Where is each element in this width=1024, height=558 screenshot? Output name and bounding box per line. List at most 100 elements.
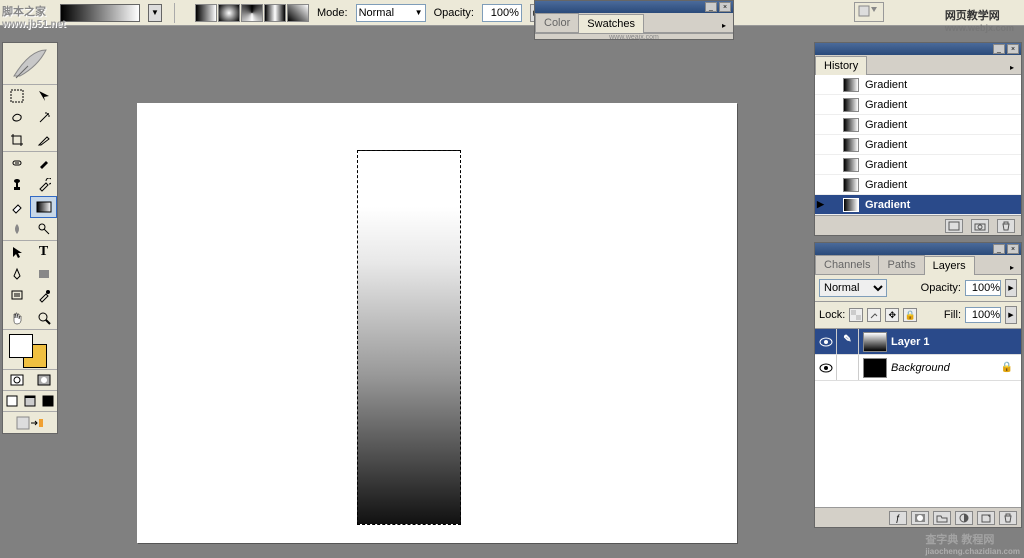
layer-name[interactable]: Background [891, 362, 1001, 374]
panel-minimize-button[interactable]: _ [993, 44, 1005, 54]
lock-transparency-button[interactable] [849, 308, 863, 322]
gradient-preset-dropdown[interactable]: ▼ [148, 4, 162, 22]
lock-label: Lock: [819, 309, 845, 321]
layer-mask-button[interactable] [911, 511, 929, 525]
lock-position-button[interactable]: ✥ [885, 308, 899, 322]
blend-mode-select[interactable]: Normal▼ [356, 4, 426, 22]
layer-thumbnail[interactable] [863, 332, 887, 352]
screen-full-menubar-button[interactable] [21, 391, 39, 411]
color-swatches [3, 329, 57, 369]
panel-menu-icon[interactable]: ▸ [1005, 60, 1019, 74]
watermark-top-right: 网页教学网 www.webjx.com [945, 6, 1014, 33]
layer-blend-mode-select[interactable]: Normal [819, 279, 887, 297]
type-tool[interactable]: T [30, 241, 57, 263]
layer-link-cell[interactable] [837, 355, 859, 380]
stamp-tool[interactable] [3, 174, 30, 196]
dodge-tool[interactable] [30, 218, 57, 240]
history-item-active[interactable]: ▶ Gradient [815, 195, 1021, 215]
brush-tool[interactable] [30, 152, 57, 174]
visibility-toggle[interactable] [815, 355, 837, 380]
new-document-from-state-button[interactable] [945, 219, 963, 233]
new-set-button[interactable] [933, 511, 951, 525]
lock-all-button[interactable]: 🔒 [903, 308, 917, 322]
panel-close-button[interactable]: × [1007, 44, 1019, 54]
pen-tool[interactable] [3, 263, 30, 285]
eyedropper-tool[interactable] [30, 285, 57, 307]
history-tab[interactable]: History [815, 56, 867, 75]
channels-tab[interactable]: Channels [815, 255, 879, 274]
notes-tool[interactable] [3, 285, 30, 307]
adjustment-layer-button[interactable] [955, 511, 973, 525]
history-item[interactable]: Gradient [815, 155, 1021, 175]
radial-gradient-button[interactable] [218, 4, 240, 22]
shape-tool[interactable] [30, 263, 57, 285]
palette-well-button[interactable] [854, 2, 884, 22]
fill-flyout[interactable]: ▶ [1005, 306, 1017, 324]
zoom-tool[interactable] [30, 307, 57, 329]
new-snapshot-button[interactable] [971, 219, 989, 233]
hand-tool[interactable] [3, 307, 30, 329]
lock-pixels-button[interactable] [867, 308, 881, 322]
marquee-tool[interactable] [3, 85, 30, 107]
panel-close-button[interactable]: × [719, 2, 731, 12]
delete-layer-button[interactable] [999, 511, 1017, 525]
diamond-gradient-button[interactable] [287, 4, 309, 22]
slice-tool[interactable] [30, 129, 57, 151]
layer-fill-input[interactable] [965, 307, 1001, 323]
move-tool[interactable] [30, 85, 57, 107]
foreground-color[interactable] [9, 334, 33, 358]
standard-mode-button[interactable] [3, 370, 30, 390]
layer-row[interactable]: Background 🔒 [815, 355, 1021, 381]
layer-style-button[interactable]: ƒ [889, 511, 907, 525]
panel-menu-icon[interactable]: ▸ [1005, 260, 1019, 274]
lasso-tool[interactable] [3, 107, 30, 129]
fill-label: Fill: [944, 309, 961, 321]
blur-tool[interactable] [3, 218, 30, 240]
panel-footer-text: www.weajx.com [535, 33, 733, 39]
opacity-input[interactable] [482, 4, 522, 22]
healing-tool[interactable] [3, 152, 30, 174]
reflected-gradient-button[interactable] [264, 4, 286, 22]
opacity-flyout[interactable]: ▶ [1005, 279, 1017, 297]
color-tab[interactable]: Color [535, 13, 579, 32]
quickmask-mode-button[interactable] [30, 370, 57, 390]
layer-opacity-input[interactable] [965, 280, 1001, 296]
eraser-tool[interactable] [3, 196, 30, 218]
gradient-preset-swatch[interactable] [60, 4, 140, 22]
visibility-toggle[interactable] [815, 329, 837, 354]
layer-thumbnail[interactable] [863, 358, 887, 378]
history-brush-tool[interactable] [30, 174, 57, 196]
delete-state-button[interactable] [997, 219, 1015, 233]
layer-link-cell[interactable] [837, 329, 859, 354]
history-panel: _ × History ▸ Gradient Gradient Gradient… [814, 42, 1022, 236]
panel-menu-icon[interactable]: ▸ [717, 18, 731, 32]
history-item[interactable]: Gradient [815, 135, 1021, 155]
opacity-label: Opacity: [434, 7, 474, 19]
layer-row[interactable]: Layer 1 [815, 329, 1021, 355]
layers-tab[interactable]: Layers [924, 256, 975, 275]
layers-panel: _ × Channels Paths Layers ▸ Normal Opaci… [814, 242, 1022, 528]
panel-close-button[interactable]: × [1007, 244, 1019, 254]
new-layer-button[interactable] [977, 511, 995, 525]
history-item[interactable]: Gradient [815, 175, 1021, 195]
path-select-tool[interactable] [3, 241, 30, 263]
screen-standard-button[interactable] [3, 391, 21, 411]
history-item[interactable]: Gradient [815, 95, 1021, 115]
panel-minimize-button[interactable]: _ [705, 2, 717, 12]
toolbox-header-icon [3, 43, 57, 85]
watermark-top-left: 脚本之家 www.jb51.net [2, 2, 66, 30]
screen-full-button[interactable] [39, 391, 57, 411]
jump-to-imageready[interactable] [3, 411, 57, 433]
history-item[interactable]: Gradient [815, 75, 1021, 95]
gradient-tool[interactable] [30, 196, 57, 218]
panel-minimize-button[interactable]: _ [993, 244, 1005, 254]
crop-tool[interactable] [3, 129, 30, 151]
history-item[interactable]: Gradient [815, 115, 1021, 135]
linear-gradient-button[interactable] [195, 4, 217, 22]
document-canvas[interactable] [137, 103, 737, 543]
wand-tool[interactable] [30, 107, 57, 129]
angle-gradient-button[interactable] [241, 4, 263, 22]
swatches-tab[interactable]: Swatches [578, 14, 644, 33]
paths-tab[interactable]: Paths [878, 255, 924, 274]
layer-name[interactable]: Layer 1 [891, 336, 1021, 348]
